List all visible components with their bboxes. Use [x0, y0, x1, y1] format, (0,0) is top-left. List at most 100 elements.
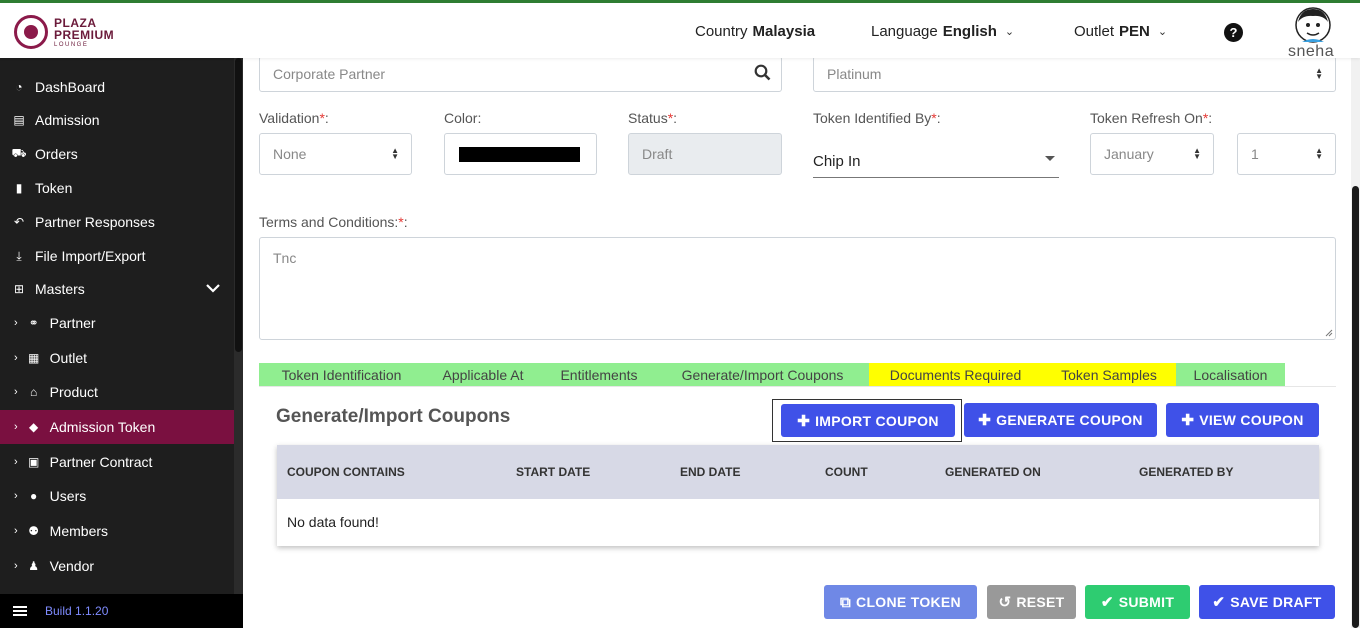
sidebar-item-label: Outlet — [49, 350, 88, 366]
sidebar-item-admission[interactable]: ▤ Admission — [0, 103, 234, 137]
sidebar-scrollbar[interactable] — [234, 58, 243, 594]
undo-icon: ↺ — [998, 594, 1012, 611]
status-field: Draft — [628, 133, 782, 175]
status-label: Status*: — [628, 110, 678, 126]
tab-entitlements[interactable]: Entitlements — [542, 363, 656, 387]
sidebar-item-vendor[interactable]: › ♟ Vendor — [0, 549, 234, 583]
sidebar-item-label: File Import/Export — [35, 248, 146, 264]
country-selector[interactable]: Country Malaysia — [695, 23, 815, 40]
top-header: PLAZA PREMIUM LOUNGE Country Malaysia La… — [0, 0, 1360, 61]
terms-textarea[interactable]: Tnc — [259, 237, 1336, 340]
refresh-day-select[interactable]: 1 ▲ ▼ — [1237, 133, 1336, 175]
main-scroll-thumb[interactable] — [1352, 186, 1359, 628]
tab-token-samples[interactable]: Token Samples — [1042, 363, 1176, 387]
validation-select[interactable]: None ▲ ▼ — [259, 133, 412, 175]
sidebar-item-partner[interactable]: › ⚭ Partner — [0, 306, 234, 340]
submit-button[interactable]: ✔ SUBMIT — [1085, 585, 1190, 619]
refresh-month-select[interactable]: January ▲ ▼ — [1090, 133, 1214, 175]
sidebar-item-members[interactable]: › ⚉ Members — [0, 514, 234, 548]
column-header[interactable]: GENERATED ON — [945, 465, 1041, 479]
tier-select[interactable]: Platinum ▲ ▼ — [813, 56, 1336, 92]
username[interactable]: sneha — [1288, 43, 1334, 61]
user-icon: ● — [30, 489, 38, 503]
avatar[interactable] — [1293, 6, 1333, 44]
sidebar-item-label: Token — [35, 180, 73, 196]
import-coupon-label: IMPORT COUPON — [815, 412, 939, 429]
file-icon: ▮ — [15, 181, 23, 195]
column-header[interactable]: START DATE — [516, 465, 590, 479]
sitemap-icon: ⊞ — [13, 282, 25, 296]
logo-mark-icon — [14, 15, 48, 49]
coupons-section-title: Generate/Import Coupons — [276, 406, 511, 427]
id-card-icon: ▤ — [13, 113, 25, 127]
chevron-right-icon: › — [14, 352, 18, 364]
hamburger-menu-icon[interactable] — [13, 604, 27, 618]
tag-icon: ◆ — [29, 420, 39, 434]
token-tabs: Token Identification Applicable At Entit… — [259, 363, 1285, 387]
main-scrollbar[interactable] — [1351, 58, 1360, 628]
generate-coupon-button[interactable]: ✚ GENERATE COUPON — [964, 403, 1157, 437]
plus-icon: ✚ — [1181, 412, 1195, 429]
chevron-down-icon — [206, 282, 220, 296]
reset-button[interactable]: ↺ RESET — [987, 585, 1076, 619]
check-icon: ✔ — [1100, 594, 1114, 611]
corporate-partner-input[interactable]: Corporate Partner — [259, 56, 782, 92]
users-icon: ⚉ — [28, 524, 40, 538]
sidebar-item-label: Vendor — [49, 558, 95, 574]
view-coupon-button[interactable]: ✚ VIEW COUPON — [1166, 403, 1319, 437]
save-draft-button[interactable]: ✔ SAVE DRAFT — [1199, 585, 1335, 619]
sidebar-item-file-import-export[interactable]: ⤓ File Import/Export — [0, 239, 234, 273]
plaza-premium-logo[interactable]: PLAZA PREMIUM LOUNGE — [14, 15, 114, 49]
import-coupon-button[interactable]: ✚ IMPORT COUPON — [781, 404, 955, 437]
sidebar-footer: Build 1.1.20 — [0, 594, 243, 628]
submit-label: SUBMIT — [1118, 594, 1175, 610]
corporate-partner-placeholder: Corporate Partner — [273, 66, 386, 82]
tab-localisation[interactable]: Localisation — [1176, 363, 1285, 387]
sidebar-scroll-thumb[interactable] — [235, 58, 242, 352]
refresh-month-value: January — [1104, 146, 1154, 162]
country-label: Country — [695, 23, 748, 40]
tab-applicable-at[interactable]: Applicable At — [424, 363, 542, 387]
column-header[interactable]: COUNT — [825, 465, 868, 479]
clone-icon: ⧉ — [840, 593, 852, 611]
sidebar-item-label: Partner — [49, 315, 96, 331]
sidebar-item-label: Partner Contract — [49, 454, 153, 470]
column-header[interactable]: GENERATED BY — [1139, 465, 1233, 479]
sidebar-item-label: Admission Token — [49, 419, 156, 435]
tab-documents-required[interactable]: Documents Required — [869, 363, 1042, 387]
caret-down-icon — [1045, 156, 1055, 161]
token-identified-label: Token Identified By*: — [813, 110, 941, 126]
sidebar-item-partner-contract[interactable]: › ▣ Partner Contract — [0, 445, 234, 479]
column-header[interactable]: END DATE — [680, 465, 740, 479]
gift-icon: ⌂ — [30, 385, 38, 399]
language-label: Language — [871, 23, 938, 40]
table-header: COUPON CONTAINS START DATE END DATE COUN… — [277, 445, 1319, 499]
sidebar: ◔ DashBoard ▤ Admission ⛟ Orders ▮ Token… — [0, 58, 243, 628]
sidebar-item-dashboard[interactable]: ◔ DashBoard — [0, 70, 234, 104]
search-icon[interactable] — [754, 64, 771, 81]
sidebar-item-partner-responses[interactable]: ↶ Partner Responses — [0, 205, 234, 239]
column-header[interactable]: COUPON CONTAINS — [287, 465, 405, 479]
language-selector[interactable]: Language English ⌄ — [871, 23, 1014, 40]
sidebar-item-label: Orders — [35, 146, 78, 162]
sidebar-item-users[interactable]: › ● Users — [0, 479, 234, 513]
dashboard-icon: ◔ — [15, 80, 23, 94]
sidebar-item-label: Users — [49, 488, 87, 504]
token-identified-select[interactable]: Chip In — [813, 150, 1059, 178]
tab-generate-import-coupons[interactable]: Generate/Import Coupons — [656, 363, 869, 387]
resize-handle-icon[interactable] — [1325, 329, 1333, 337]
color-swatch[interactable] — [459, 147, 580, 162]
empty-state-text: No data found! — [287, 514, 379, 530]
clone-token-button[interactable]: ⧉ CLONE TOKEN — [824, 585, 977, 619]
sidebar-item-masters[interactable]: ⊞ Masters — [0, 272, 234, 306]
sidebar-item-token[interactable]: ▮ Token — [0, 171, 234, 205]
sidebar-item-orders[interactable]: ⛟ Orders — [0, 137, 234, 171]
outlet-selector[interactable]: Outlet PEN ⌄ — [1074, 23, 1167, 40]
sidebar-item-product[interactable]: › ⌂ Product — [0, 375, 234, 409]
tab-token-identification[interactable]: Token Identification — [259, 363, 424, 387]
sidebar-item-outlet[interactable]: › ▦ Outlet — [0, 341, 234, 375]
help-icon[interactable]: ? — [1224, 23, 1243, 42]
reset-label: RESET — [1016, 594, 1065, 610]
sidebar-item-admission-token[interactable]: › ◆ Admission Token — [0, 410, 234, 444]
terms-placeholder: Tnc — [273, 250, 297, 266]
